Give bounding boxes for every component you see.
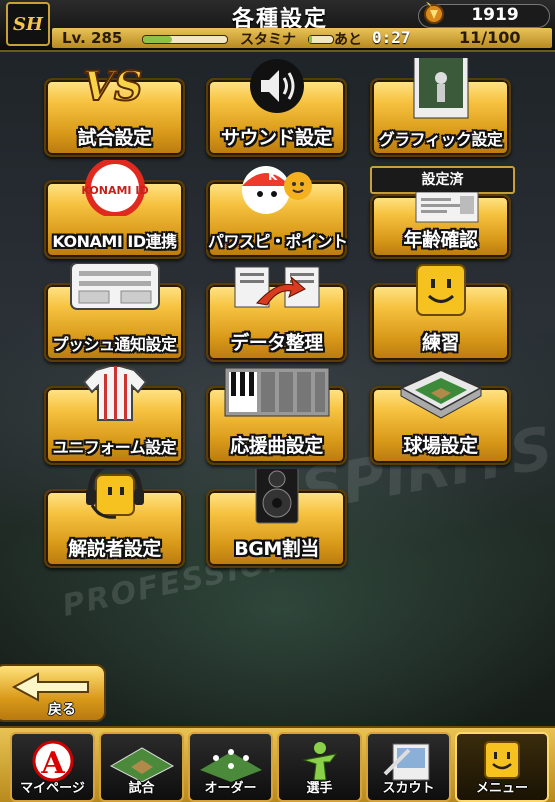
tile-label: データ整理 [230, 332, 323, 354]
tile-label: 年齢確認 [403, 229, 478, 251]
graphics-icon [372, 58, 509, 119]
stamina-timer: 0:27 [372, 28, 411, 47]
konami-id-icon: KONAMI ID [46, 160, 183, 216]
nav-label: スカウト [382, 781, 435, 796]
graphics-settings-button[interactable]: グラフィック設定 [370, 58, 511, 157]
data-cleanup-button[interactable]: データ整理 [206, 266, 347, 362]
vs-icon: VS [46, 58, 183, 112]
field-icon [101, 740, 182, 782]
powaspi-point-button[interactable]: K パワスピ・ポイント [206, 166, 348, 259]
nav-label: マイページ [20, 781, 85, 796]
back-button[interactable]: 戻る [0, 664, 106, 722]
tile-label: 応援曲設定 [230, 435, 323, 457]
coin-icon [420, 0, 446, 25]
tile-label: 球場設定 [403, 435, 478, 457]
status-badge: 設定済 [370, 166, 515, 194]
nav-order[interactable]: オーダー [188, 732, 273, 802]
sound-settings-button[interactable]: サウンド設定 [206, 59, 347, 157]
document-icon [372, 192, 509, 226]
data-transfer-icon [208, 263, 345, 317]
tile-label: 練習 [421, 332, 460, 354]
player-icon [279, 740, 360, 781]
svg-text:KONAMI ID: KONAMI ID [81, 184, 148, 197]
nav-label: 試合 [128, 781, 155, 796]
stadium-settings-button[interactable]: 球場設定 [370, 368, 511, 465]
age-verification-button[interactable]: 年齢確認 [370, 192, 511, 259]
konami-id-link-button[interactable]: KONAMI ID KONAMI ID連携 [44, 160, 185, 259]
notification-icon [46, 263, 183, 317]
stamina-bar-fill [309, 36, 312, 43]
loudspeaker-icon [208, 469, 345, 524]
footer-nav: A マイページ 試合 オーダー 選手 スカウト メニュー [0, 726, 555, 802]
push-notification-settings-button[interactable]: プッシュ通知設定 [44, 263, 185, 362]
nav-mypage[interactable]: A マイページ [10, 732, 95, 802]
uniform-settings-button[interactable]: ユニフォーム設定 [44, 366, 185, 465]
tile-label: 解説者設定 [68, 538, 161, 560]
a-logo-icon: A [12, 740, 93, 782]
nav-label: 選手 [306, 781, 333, 796]
stamina-bar [308, 35, 334, 44]
cheer-song-settings-button[interactable]: 応援曲設定 [206, 367, 347, 465]
coin-count: 1919 [471, 5, 519, 25]
nav-menu[interactable]: メニュー [455, 732, 549, 802]
commentator-settings-button[interactable]: 解説者設定 [44, 469, 185, 568]
tile-label: 試合設定 [77, 127, 152, 149]
tile-label: ユニフォーム設定 [52, 438, 177, 457]
match-settings-button[interactable]: VS 試合設定 [44, 62, 185, 157]
svg-text:VS: VS [83, 63, 143, 110]
stamina-value: 11/100 [459, 28, 521, 47]
svg-text:A: A [40, 746, 65, 781]
headset-icon [46, 469, 183, 523]
bgm-assignment-button[interactable]: BGM割当 [206, 469, 347, 568]
back-arrow-icon [11, 672, 89, 702]
xp-bar-fill [143, 36, 173, 43]
tile-label: KONAMI ID連携 [52, 232, 177, 251]
scout-icon [368, 740, 449, 781]
nav-scout[interactable]: スカウト [366, 732, 451, 802]
piano-keys-icon [208, 366, 345, 420]
menu-icon [457, 740, 547, 780]
nav-label: オーダー [204, 781, 257, 796]
remaining-label: あと [334, 32, 362, 48]
lineup-icon [190, 740, 271, 782]
smiley-block-icon [372, 263, 509, 317]
mascot-icon: K [208, 160, 345, 214]
nav-match[interactable]: 試合 [99, 732, 184, 802]
nav-label: メニュー [475, 781, 528, 796]
nav-players[interactable]: 選手 [277, 732, 362, 802]
back-label: 戻る [48, 702, 76, 718]
team-logo[interactable]: SH [6, 2, 50, 46]
tile-label: BGM割当 [234, 538, 319, 560]
svg-text:K: K [268, 169, 278, 183]
stamina-label: スタミナ [240, 32, 296, 48]
xp-bar [142, 35, 228, 44]
player-level: Lv. 285 [62, 29, 123, 47]
tile-label: パワスピ・ポイント [208, 232, 348, 251]
tile-label: グラフィック設定 [378, 130, 503, 149]
stadium-icon [372, 366, 509, 420]
tile-label: プッシュ通知設定 [52, 335, 177, 354]
tile-label: サウンド設定 [220, 127, 333, 149]
practice-button[interactable]: 練習 [370, 264, 511, 362]
speaker-icon [208, 58, 345, 113]
uniform-icon [46, 366, 183, 421]
